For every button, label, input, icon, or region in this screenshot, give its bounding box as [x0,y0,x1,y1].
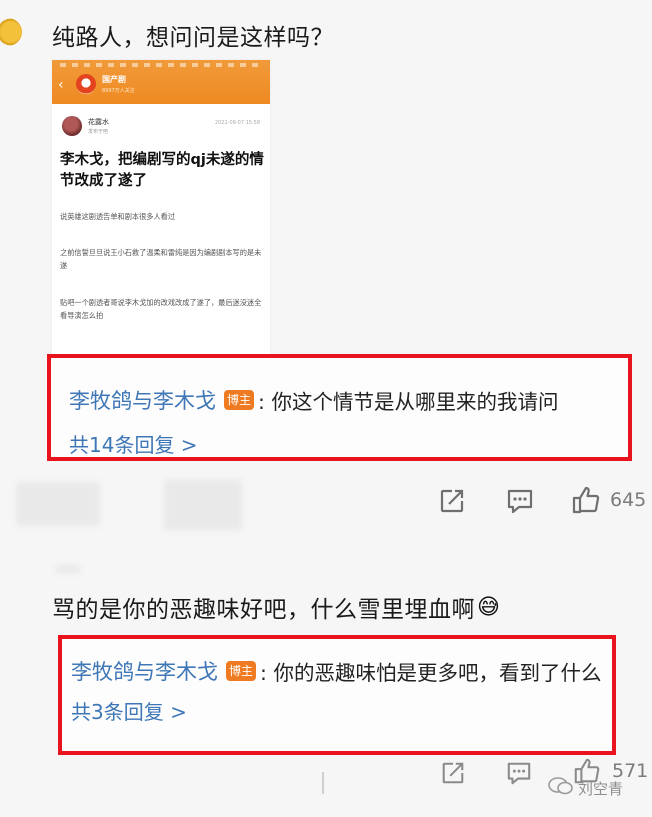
embed-paragraph: 说英雄这剧透告单和剧本很多人看过 [60,212,176,221]
highlighted-reply-box: 李牧鸽与李木戈 博主 : 你的恶趣味怕是更多吧，看到了什么 共3条回复 > [58,635,616,755]
blurred-region [164,480,242,530]
reply-user-link[interactable]: 李牧鸽与李木戈 [69,385,216,415]
watermark-text: 刘空青 [578,779,624,798]
watermark: 刘空青 [548,776,623,800]
highlighted-reply-box: 李牧鸽与李木戈 博主 : 你这个情节是从哪里来的我请问 共14条回复 > [47,354,632,461]
embed-post-date: 2022-09-07 15:58 [214,120,260,126]
comment-icon[interactable] [505,487,535,515]
comment-text: 骂的是你的恶趣味好吧，什么雪里埋血啊 [52,597,475,623]
reply-line: 李牧鸽与李木戈 博主 : 你的恶趣味怕是更多吧，看到了什么 [71,656,601,686]
reply-user-link[interactable]: 李牧鸽与李木戈 [71,656,218,686]
second-comment: 骂的是你的恶趣味好吧，什么雪里埋血啊 😅 [52,590,500,624]
comment-icon[interactable] [505,760,533,786]
reply-line: 李牧鸽与李木戈 博主 : 你这个情节是从哪里来的我请问 [69,385,558,415]
embed-status-bar [60,63,260,67]
reply-text: : 你的恶趣味怕是更多吧，看到了什么 [260,661,602,685]
view-replies-link[interactable]: 共3条回复 > [71,696,187,725]
wechat-icon [548,776,574,800]
embed-paragraph: 之前信誓旦旦说王小石救了温柔和雷纯是因为编剧剧本写的是未遂 [60,248,262,270]
embed-post-title: 李木戈，把编剧写的qj未遂的情节改成了遂了 [60,152,264,189]
forum-followers: 8997万人关注 [102,88,135,94]
embed-user-meta: 发布于吧 [88,129,109,135]
comment-text: 纯路人，想问问是这样吗？ [52,25,334,51]
forum-logo-icon [76,74,96,94]
embedded-screenshot[interactable]: ‹ 国产剧 8997万人关注 花露水 发布于吧 2022-09-07 15:58… [52,60,270,356]
blurred-region [16,482,100,526]
reply-text: : 你这个情节是从哪里来的我请问 [258,390,559,414]
share-icon[interactable] [438,487,466,515]
divider [322,772,324,794]
embed-header-bar: ‹ 国产剧 8997万人关注 [52,60,270,104]
like-count: 645 [610,489,647,511]
embed-paragraph: 贴吧一个剧透者哥说李木戈加的改戏改成了遂了，最后迷没迷全看导演怎么拍 [60,298,262,320]
sweat-smile-emoji-icon: 😅 [477,594,500,620]
forum-name: 国产剧 [102,75,126,84]
embed-user-avatar [62,116,82,136]
like-icon[interactable] [570,484,602,516]
owner-badge: 博主 [224,390,255,410]
avatar[interactable] [0,18,22,46]
view-replies-link[interactable]: 共14条回复 > [69,429,198,458]
back-icon: ‹ [58,77,64,93]
share-icon[interactable] [440,760,466,786]
blurred-region [56,565,80,573]
embed-user-name: 花露水 [88,118,109,126]
owner-badge: 博主 [226,661,257,681]
